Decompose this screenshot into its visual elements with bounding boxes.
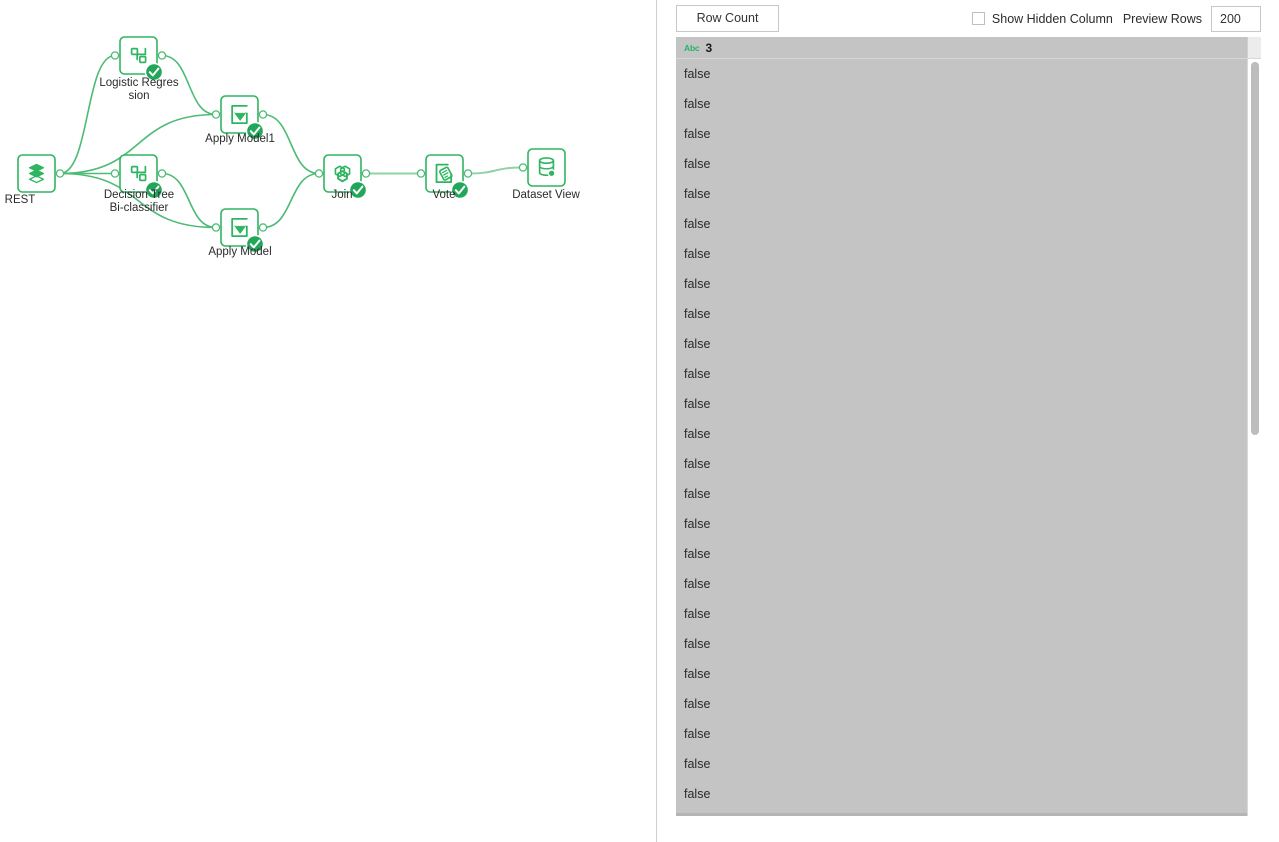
table-header-row[interactable]: Abc 3 [676, 37, 1261, 59]
node-output-port[interactable] [258, 110, 268, 119]
show-hidden-column-label: Show Hidden Column [991, 11, 1113, 26]
table-row[interactable]: false [676, 659, 1247, 689]
node-output-port[interactable] [463, 169, 473, 178]
node-output-port[interactable] [157, 51, 167, 60]
table-row[interactable]: false [676, 419, 1247, 449]
table-row[interactable]: false [676, 719, 1247, 749]
workflow-node-vote[interactable] [416, 154, 473, 200]
workflow-node-dtree[interactable] [110, 154, 167, 200]
table-row[interactable]: false [676, 779, 1247, 809]
table-row[interactable]: false [676, 689, 1247, 719]
status-success-badge [450, 180, 470, 200]
connection-rest-to-logistic[interactable] [59, 54, 116, 175]
workflow-node-applymodel[interactable] [211, 208, 268, 254]
status-success-badge [144, 62, 164, 82]
workflow-node-logistic[interactable] [110, 36, 167, 82]
status-success-badge [245, 121, 265, 141]
node-output-port[interactable] [258, 223, 268, 232]
node-input-port[interactable] [518, 163, 528, 172]
node-input-port[interactable] [211, 110, 221, 119]
status-success-badge [144, 180, 164, 200]
table-row[interactable]: false [676, 119, 1247, 149]
table-row[interactable]: false [676, 89, 1247, 119]
table-row[interactable]: false [676, 389, 1247, 419]
node-input-port[interactable] [110, 51, 120, 60]
table-row[interactable]: false [676, 59, 1247, 89]
connection-logistic-to-applymodel1[interactable] [161, 54, 217, 116]
status-success-badge [348, 180, 368, 200]
table-row[interactable]: false [676, 599, 1247, 629]
data-preview-pane: Row Count Show Hidden Column Preview Row… [657, 0, 1279, 842]
db-view-badge [547, 169, 556, 178]
node-input-port[interactable] [110, 169, 120, 178]
column-type-abc-icon: Abc [684, 42, 700, 53]
table-row[interactable]: false [676, 149, 1247, 179]
workflow-node-rest[interactable] [17, 154, 65, 193]
connection-vote-to-datasetview[interactable] [467, 166, 524, 175]
show-hidden-column-checkbox[interactable] [971, 12, 985, 25]
table-vertical-scrollbar[interactable] [1247, 59, 1261, 816]
table-row[interactable]: false [676, 539, 1247, 569]
table-toolbar: Row Count Show Hidden Column Preview Row… [657, 0, 1279, 37]
node-output-port[interactable] [55, 169, 65, 178]
table-row[interactable]: false [676, 749, 1247, 779]
preview-rows-input[interactable] [1211, 5, 1261, 32]
table-row[interactable]: false [676, 449, 1247, 479]
status-success-badge [245, 234, 265, 254]
table-row[interactable]: false [676, 359, 1247, 389]
table-row[interactable]: false [676, 179, 1247, 209]
connection-applymodel1-to-join[interactable] [262, 113, 320, 175]
table-row[interactable]: false [676, 569, 1247, 599]
table-vertical-scrollbar-thumb[interactable] [1251, 62, 1259, 435]
process-canvas[interactable]: REST Logistic Regres sion Decision Tree Bi… [0, 0, 656, 842]
table-row[interactable]: false [676, 329, 1247, 359]
node-output-port[interactable] [157, 169, 167, 178]
workflow-node-applymodel1[interactable] [211, 95, 268, 141]
connection-layer [59, 54, 524, 229]
preview-rows-label: Preview Rows [1122, 11, 1202, 26]
workflow-graph [17, 36, 566, 254]
node-input-port[interactable] [416, 169, 426, 178]
table-row[interactable]: false [676, 269, 1247, 299]
table-row[interactable]: false [676, 299, 1247, 329]
table-options-group: Show Hidden Column Preview Rows [971, 5, 1261, 32]
table-row[interactable]: false [676, 209, 1247, 239]
node-input-port[interactable] [211, 223, 221, 232]
node-box[interactable] [527, 148, 566, 187]
column-header-label: 3 [705, 40, 713, 55]
node-output-port[interactable] [361, 169, 371, 178]
workflow-node-join[interactable] [314, 154, 371, 200]
row-count-button[interactable]: Row Count [676, 5, 779, 32]
table-row[interactable]: false [676, 629, 1247, 659]
table-header-corner [1247, 37, 1261, 58]
table-row[interactable]: false [676, 479, 1247, 509]
data-table: Abc 3 false false false false false false fals… [676, 37, 1261, 816]
table-row[interactable]: false [676, 239, 1247, 269]
workflow-node-datasetview[interactable] [518, 148, 566, 187]
table-row[interactable]: false [676, 509, 1247, 539]
table-bottom-edge [676, 813, 1247, 816]
table-body[interactable]: false false false false false false false false… [676, 59, 1247, 816]
node-input-port[interactable] [314, 169, 324, 178]
application-window: REST Logistic Regres sion Decision Tree Bi… [0, 0, 1279, 842]
connection-applymodel-to-join[interactable] [262, 172, 320, 229]
